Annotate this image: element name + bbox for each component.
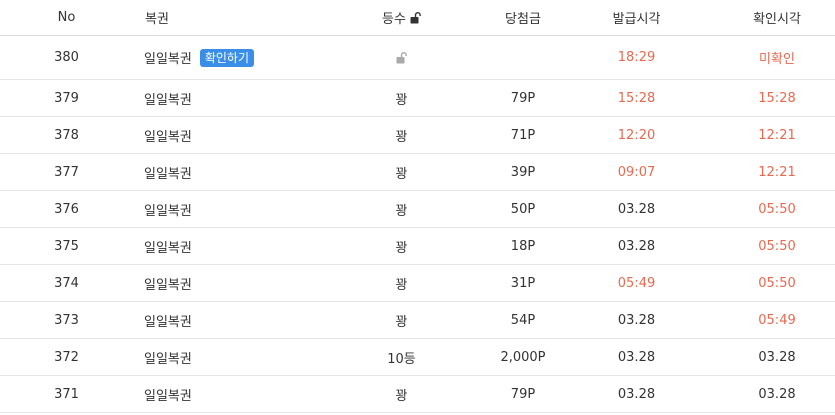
lottery-name: 일일복권 — [144, 166, 192, 182]
table-row: 379 일일복권 꽝 79P 15:28 15:28 — [0, 80, 835, 117]
row-rank: 꽝 — [395, 203, 408, 219]
row-checked-time: 05:50 — [758, 238, 796, 254]
lottery-name: 일일복권 — [144, 240, 192, 256]
row-checked-time: 03.28 — [758, 349, 796, 365]
row-prize: 18P — [510, 238, 536, 254]
row-no: 376 — [54, 201, 79, 217]
row-issued-time: 15:28 — [617, 90, 656, 106]
row-issued-time: 09:07 — [617, 164, 656, 180]
unlock-icon[interactable] — [410, 11, 421, 24]
row-issued-time: 03.28 — [617, 312, 656, 328]
row-checked-time: 12:21 — [758, 164, 796, 180]
table-body: 380 일일복권 확인하기 18:29 미확인 379 일일복권 꽝 79P 15:28 15:28… — [0, 36, 835, 413]
row-rank: 꽝 — [395, 314, 408, 330]
row-checked-time: 미확인 — [759, 52, 795, 67]
row-prize: 2,000P — [500, 349, 546, 365]
header-prize: 당첨금 — [505, 12, 541, 27]
confirm-button[interactable]: 확인하기 — [199, 48, 255, 67]
row-no: 375 — [54, 238, 79, 254]
row-rank: 꽝 — [395, 240, 408, 256]
header-no: No — [57, 10, 76, 25]
table-row: 373 일일복권 꽝 54P 03.28 05:49 — [0, 302, 835, 339]
header-checked: 확인시각 — [753, 12, 801, 27]
lottery-name: 일일복권 — [144, 388, 192, 404]
row-name: 일일복권 — [133, 274, 311, 293]
header-issued: 발급시각 — [612, 12, 661, 27]
row-rank: 꽝 — [395, 277, 408, 293]
unlock-icon — [396, 51, 407, 64]
row-name: 일일복권 — [133, 126, 311, 145]
row-name: 일일복권 — [133, 237, 311, 256]
row-checked-time: 03.28 — [758, 386, 796, 402]
table-row: 376 일일복권 꽝 50P 03.28 05:50 — [0, 191, 835, 228]
row-issued-time: 03.28 — [617, 201, 656, 217]
row-name: 일일복권 — [133, 163, 311, 182]
row-name: 일일복권 확인하기 — [133, 48, 311, 67]
row-rank: 꽝 — [395, 166, 408, 182]
row-issued-time: 03.28 — [617, 238, 656, 254]
row-no: 373 — [54, 312, 79, 328]
row-issued-time: 03.28 — [617, 349, 656, 365]
header-name: 복권 — [145, 12, 169, 27]
lottery-table: No 복권 등수 당첨금 발급시각 확인시각 380 일일복권 확인하기 18:29 미… — [0, 0, 835, 413]
row-rank: 꽝 — [395, 92, 408, 108]
lottery-name: 일일복권 — [144, 92, 192, 108]
lottery-name: 일일복권 — [144, 203, 192, 219]
row-prize: 71P — [510, 127, 536, 143]
row-prize: 79P — [510, 386, 536, 402]
header-rank-label: 등수 — [382, 12, 406, 27]
row-checked-time: 15:28 — [758, 90, 796, 106]
lottery-name: 일일복권 — [144, 52, 192, 67]
row-no: 380 — [54, 50, 79, 65]
table-row: 375 일일복권 꽝 18P 03.28 05:50 — [0, 228, 835, 265]
row-prize: 79P — [510, 90, 536, 106]
row-rank: 꽝 — [395, 129, 408, 145]
row-issued-time: 18:29 — [617, 50, 656, 65]
row-issued-time: 05:49 — [617, 275, 656, 291]
table-row: 380 일일복권 확인하기 18:29 미확인 — [0, 36, 835, 80]
lottery-name: 일일복권 — [144, 314, 192, 330]
row-checked-time: 05:49 — [758, 312, 796, 328]
row-rank: 꽝 — [395, 388, 408, 404]
header-rank: 등수 — [311, 8, 492, 27]
table-row: 371 일일복권 꽝 79P 03.28 03.28 — [0, 376, 835, 413]
row-name: 일일복권 — [133, 385, 311, 404]
row-name: 일일복권 — [133, 89, 311, 108]
row-prize: 31P — [510, 275, 536, 291]
row-checked-time: 05:50 — [758, 275, 796, 291]
row-rank — [311, 51, 492, 64]
table-row: 377 일일복권 꽝 39P 09:07 12:21 — [0, 154, 835, 191]
table-row: 378 일일복권 꽝 71P 12:20 12:21 — [0, 117, 835, 154]
row-prize: 54P — [510, 312, 536, 328]
row-no: 371 — [54, 386, 79, 402]
table-row: 374 일일복권 꽝 31P 05:49 05:50 — [0, 265, 835, 302]
row-no: 372 — [54, 349, 79, 365]
row-name: 일일복권 — [133, 348, 311, 367]
row-checked-time: 05:50 — [758, 201, 796, 217]
lottery-name: 일일복권 — [144, 277, 192, 293]
row-prize: 50P — [510, 201, 536, 217]
row-no: 378 — [54, 127, 79, 143]
row-name: 일일복권 — [133, 311, 311, 330]
table-header: No 복권 등수 당첨금 발급시각 확인시각 — [0, 0, 835, 36]
row-name: 일일복권 — [133, 200, 311, 219]
row-rank: 10등 — [387, 351, 416, 367]
row-no: 377 — [54, 164, 79, 180]
row-issued-time: 03.28 — [617, 386, 656, 402]
lottery-name: 일일복권 — [144, 351, 192, 367]
row-no: 374 — [54, 275, 79, 291]
row-issued-time: 12:20 — [617, 127, 656, 143]
row-checked-time: 12:21 — [758, 127, 796, 143]
lottery-name: 일일복권 — [144, 129, 192, 145]
row-no: 379 — [54, 90, 79, 106]
table-row: 372 일일복권 10등 2,000P 03.28 03.28 — [0, 339, 835, 376]
row-prize: 39P — [510, 164, 536, 180]
